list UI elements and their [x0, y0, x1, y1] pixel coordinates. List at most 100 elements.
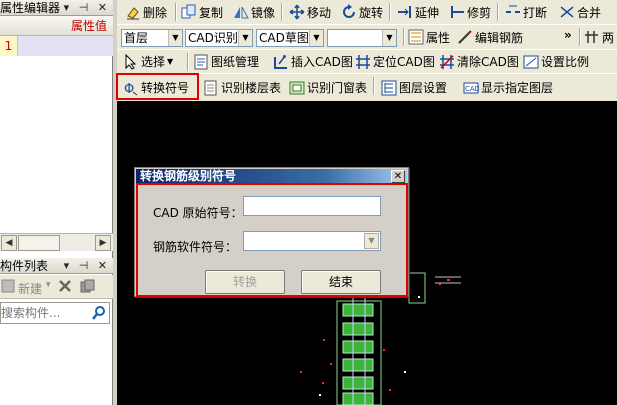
parallel-label: 两	[602, 30, 615, 45]
component-list-titlebar: 构件列表 ▾ ⊣ ✕	[0, 258, 113, 274]
dialog-titlebar[interactable]: 转换钢筋级别符号 ✕	[136, 169, 407, 184]
chevron-down-icon[interactable]: ▼	[309, 30, 323, 46]
edit-rebar-label: 编辑钢筋	[475, 30, 524, 45]
extend-label: 延伸	[415, 5, 440, 20]
new-component-icon[interactable]	[1, 279, 15, 293]
rotate-button[interactable]: 旋转	[341, 0, 383, 24]
select-button[interactable]: 选择 ▼	[123, 50, 173, 73]
floor-select[interactable]: 首层 ▼	[121, 29, 183, 47]
cursor-icon	[125, 53, 137, 70]
floor-select-value: 首层	[124, 31, 149, 45]
show-specified-layer-button[interactable]: CAD 显示指定图层	[463, 74, 553, 101]
toolbar-overflow-button[interactable]: »	[564, 28, 572, 42]
layer-settings-button[interactable]: 图层设置	[381, 74, 447, 101]
horizontal-scrollbar[interactable]: ◀ ▶	[0, 233, 113, 251]
attribute-value-column-header[interactable]: 属性值	[18, 16, 113, 36]
properties-button[interactable]: 属性	[408, 25, 450, 49]
break-label: 打断	[523, 5, 548, 20]
merge-button[interactable]: 合并	[559, 0, 601, 24]
convert-button[interactable]: 转换	[205, 270, 285, 294]
component-list-toolbar: 新建 ▾	[0, 275, 113, 299]
chevron-down-icon: ▼	[167, 57, 174, 66]
cad-original-symbol-input[interactable]	[243, 196, 381, 216]
mirror-label: 镜像	[251, 5, 276, 20]
chevron-down-icon[interactable]: ▾	[46, 280, 51, 290]
drawing-manage-label: 图纸管理	[211, 55, 260, 69]
component-select[interactable]: ▼	[327, 29, 397, 47]
close-icon[interactable]: ✕	[391, 170, 405, 183]
locate-cad-button[interactable]: 定位CAD图	[355, 50, 435, 73]
edit-rebar-button[interactable]: 编辑钢筋	[457, 25, 523, 49]
trim-label: 修剪	[467, 5, 492, 20]
chevron-down-icon[interactable]: ▼	[382, 30, 396, 46]
cad-recognize-value: CAD识别	[188, 31, 238, 45]
panel-window-controls[interactable]: ▾ ⊣ ✕	[64, 0, 110, 15]
delete-button[interactable]: 删除	[125, 0, 167, 24]
search-input[interactable]: 搜索构件...	[0, 302, 110, 324]
dialog-title: 转换钢筋级别符号	[140, 169, 237, 183]
cad-layer-icon: CAD	[463, 82, 479, 93]
parallel-button[interactable]: 两	[584, 25, 614, 49]
convert-symbol-icon: Φ	[124, 82, 138, 96]
insert-cad-icon	[274, 54, 287, 69]
software-symbol-select[interactable]: ▼	[243, 231, 381, 251]
copy-icon[interactable]	[80, 279, 96, 293]
cad-draft-select[interactable]: CAD草图 ▼	[256, 29, 324, 47]
edit-rebar-icon	[458, 30, 472, 44]
insert-cad-button[interactable]: 插入CAD图	[273, 50, 353, 73]
scroll-right-icon[interactable]: ▶	[95, 235, 111, 251]
cad-draft-value: CAD草图	[259, 31, 309, 45]
properties-label: 属性	[426, 30, 451, 45]
extend-button[interactable]: 延伸	[397, 0, 439, 24]
chevron-down-icon[interactable]: ▼	[364, 233, 379, 249]
cad-recognize-select[interactable]: CAD识别 ▼	[185, 29, 253, 47]
chevron-down-icon[interactable]: ▼	[238, 30, 252, 46]
recognize-floor-table-label: 识别楼层表	[221, 81, 282, 95]
parallel-icon	[585, 31, 598, 43]
insert-cad-label: 插入CAD图	[291, 55, 353, 69]
property-editor-panel: 属性编辑器 ▾ ⊣ ✕ 属性值 1 ◀ ▶ 构件列表 ▾ ⊣ ✕ 新建 ▾ 搜索…	[0, 0, 113, 405]
break-icon	[506, 5, 520, 13]
rotate-icon	[343, 4, 355, 18]
row-number: 1	[0, 36, 18, 56]
move-button[interactable]: 移动	[289, 0, 331, 24]
scroll-thumb[interactable]	[18, 235, 60, 251]
drawing-manage-icon	[194, 54, 208, 69]
delete-icon[interactable]	[58, 279, 72, 293]
scroll-left-icon[interactable]: ◀	[1, 235, 17, 251]
copy-button[interactable]: 复制	[181, 0, 223, 24]
search-icon[interactable]	[91, 305, 107, 321]
row-value-cell[interactable]	[18, 36, 113, 56]
component-list-title: 构件列表	[0, 259, 49, 273]
recognize-door-window-table-button[interactable]: 识别门窗表	[289, 74, 367, 101]
move-icon	[289, 4, 305, 20]
layer-settings-icon	[381, 80, 397, 95]
edit-toolbar: 删除 复制 镜像 移动 旋转 延伸 修剪 打断 合并	[117, 0, 617, 24]
copy-icon	[181, 4, 196, 19]
select-label: 选择	[141, 55, 166, 69]
property-editor-title: 属性编辑器	[0, 1, 61, 15]
property-grid-row[interactable]: 1	[0, 36, 113, 56]
door-window-table-icon	[289, 81, 305, 94]
clear-cad-icon	[440, 54, 454, 69]
panel-window-controls[interactable]: ▾ ⊣ ✕	[64, 258, 110, 273]
drawing-manage-button[interactable]: 图纸管理	[193, 50, 259, 73]
extend-icon	[398, 6, 411, 18]
layer-settings-label: 图层设置	[399, 81, 448, 95]
rotate-label: 旋转	[359, 5, 384, 20]
convert-rebar-grade-symbol-dialog: 转换钢筋级别符号 ✕ CAD 原始符号： 钢筋软件符号： ▼ 转换 结束	[134, 167, 409, 297]
convert-symbol-button[interactable]: Φ 转换符号	[123, 74, 189, 101]
new-button[interactable]: 新建	[18, 280, 42, 297]
set-scale-button[interactable]: 设置比例	[523, 50, 589, 73]
delete-label: 删除	[143, 5, 168, 20]
break-button[interactable]: 打断	[505, 0, 547, 24]
mirror-button[interactable]: 镜像	[233, 0, 275, 24]
recognize-floor-table-button[interactable]: 识别楼层表	[203, 74, 281, 101]
svg-text:Φ: Φ	[124, 82, 134, 96]
floor-table-icon	[204, 80, 217, 95]
chevron-down-icon[interactable]: ▼	[168, 30, 182, 46]
clear-cad-label: 清除CAD图	[457, 55, 519, 69]
clear-cad-button[interactable]: 清除CAD图	[439, 50, 519, 73]
finish-button[interactable]: 结束	[301, 270, 381, 294]
trim-button[interactable]: 修剪	[449, 0, 491, 24]
